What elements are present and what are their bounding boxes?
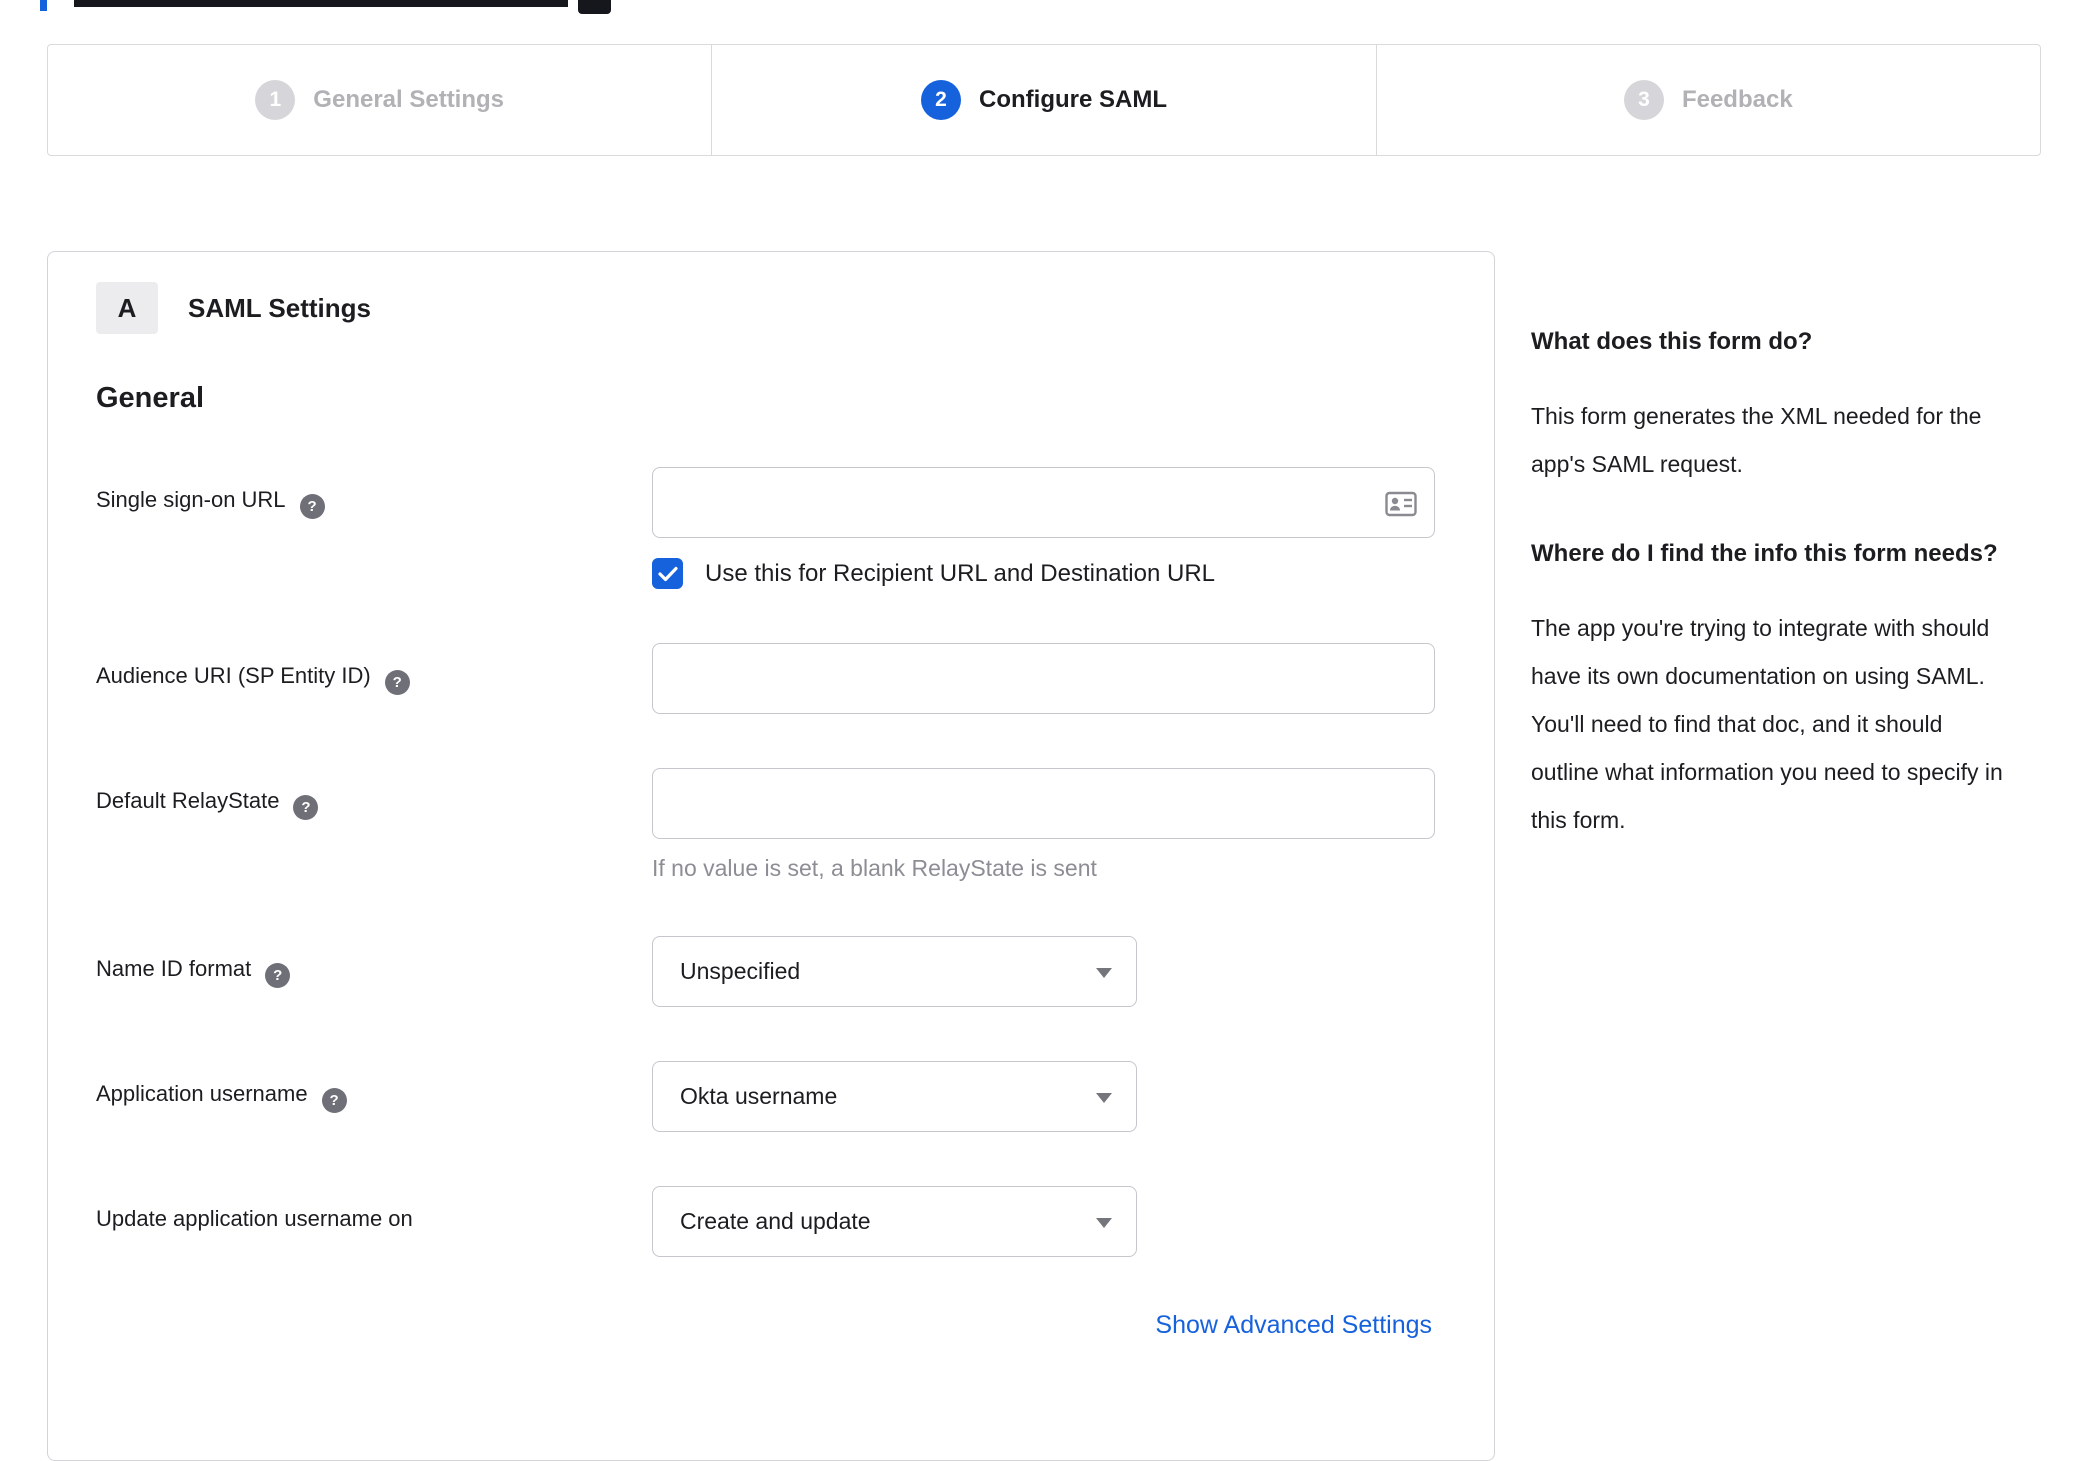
default-relaystate-hint: If no value is set, a blank RelayState i… <box>652 855 1097 881</box>
cropped-page-title-text <box>74 0 568 7</box>
audience-uri-row: Audience URI (SP Entity ID)? <box>96 643 1446 714</box>
help-section-1-heading: What does this form do? <box>1531 328 1813 355</box>
sso-url-control: Use this for Recipient URL and Destinati… <box>652 467 1446 589</box>
audience-uri-label-wrap: Audience URI (SP Entity ID)? <box>96 643 652 714</box>
name-id-format-select[interactable]: Unspecified <box>652 936 1137 1007</box>
show-advanced-settings-link[interactable]: Show Advanced Settings <box>1155 1311 1432 1339</box>
sso-url-input[interactable] <box>652 467 1435 538</box>
general-heading: General <box>96 382 204 414</box>
name-id-format-label: Name ID format <box>96 956 252 981</box>
section-title: SAML Settings <box>188 292 371 323</box>
name-id-format-value: Unspecified <box>680 958 801 984</box>
help-icon[interactable]: ? <box>293 795 319 820</box>
chevron-down-icon <box>1096 968 1112 978</box>
update-app-username-label: Update application username on <box>96 1206 413 1231</box>
default-relaystate-label: Default RelayState <box>96 788 280 813</box>
step-3-label: Feedback <box>1681 86 1793 113</box>
saml-settings-panel: A SAML Settings General Single sign-on U… <box>47 251 1495 1461</box>
advanced-settings-row: Show Advanced Settings <box>96 1311 1446 1340</box>
audience-uri-control <box>652 643 1446 714</box>
help-icon[interactable]: ? <box>384 670 410 695</box>
help-section-1-body: This form generates the XML needed for t… <box>1531 403 1982 477</box>
sso-recipient-checkbox[interactable] <box>652 558 683 589</box>
section-header: A SAML Settings <box>96 282 1446 334</box>
sso-recipient-checkbox-label: Use this for Recipient URL and Destinati… <box>705 559 1216 587</box>
sso-recipient-checkbox-row: Use this for Recipient URL and Destinati… <box>652 558 1446 589</box>
wizard-stepper: 1 General Settings 2 Configure SAML 3 Fe… <box>47 44 2041 156</box>
audience-uri-input[interactable] <box>652 643 1435 714</box>
step-3-number-badge: 3 <box>1623 80 1664 120</box>
help-sidebar: What does this form do? This form genera… <box>1531 318 2016 886</box>
update-app-username-control: Create and update <box>652 1186 1446 1257</box>
sso-url-label: Single sign-on URL <box>96 487 286 512</box>
application-username-value: Okta username <box>680 1083 838 1109</box>
default-relaystate-control: If no value is set, a blank RelayState i… <box>652 768 1446 882</box>
help-section-2-heading: Where do I find the info this form needs… <box>1531 540 1998 567</box>
help-icon[interactable]: ? <box>321 1088 347 1113</box>
update-app-username-row: Update application username on Create an… <box>96 1186 1446 1257</box>
help-icon[interactable]: ? <box>299 494 325 519</box>
application-username-control: Okta username <box>652 1061 1446 1132</box>
update-app-username-label-wrap: Update application username on <box>96 1186 652 1257</box>
application-username-select[interactable]: Okta username <box>652 1061 1137 1132</box>
step-2-number-badge: 2 <box>921 80 961 120</box>
application-username-row: Application username? Okta username <box>96 1061 1446 1132</box>
step-feedback[interactable]: 3 Feedback <box>1375 45 2040 155</box>
audience-uri-label: Audience URI (SP Entity ID) <box>96 663 371 688</box>
name-id-format-row: Name ID format? Unspecified <box>96 936 1446 1007</box>
application-username-label-wrap: Application username? <box>96 1061 652 1132</box>
step-1-number-badge: 1 <box>255 80 296 120</box>
cropped-page-title-accent <box>40 0 47 11</box>
default-relaystate-input[interactable] <box>652 768 1435 839</box>
help-icon[interactable]: ? <box>265 963 291 988</box>
application-username-label: Application username <box>96 1081 308 1106</box>
default-relaystate-row: Default RelayState? If no value is set, … <box>96 768 1446 882</box>
name-id-format-label-wrap: Name ID format? <box>96 936 652 1007</box>
step-2-label: Configure SAML <box>979 86 1167 113</box>
help-section-2-body: The app you're trying to integrate with … <box>1531 615 2003 833</box>
sso-url-label-wrap: Single sign-on URL? <box>96 467 652 589</box>
update-app-username-select[interactable]: Create and update <box>652 1186 1137 1257</box>
step-configure-saml[interactable]: 2 Configure SAML <box>711 45 1375 155</box>
chevron-down-icon <box>1096 1093 1112 1103</box>
step-general-settings[interactable]: 1 General Settings <box>48 45 711 155</box>
default-relaystate-label-wrap: Default RelayState? <box>96 768 652 882</box>
sso-url-row: Single sign-on URL? Use this for Recipie… <box>96 467 1446 589</box>
update-app-username-value: Create and update <box>680 1208 871 1234</box>
sso-url-input-wrap <box>652 467 1435 538</box>
section-a-badge: A <box>96 282 158 334</box>
contact-card-icon[interactable] <box>1385 491 1417 522</box>
step-1-label: General Settings <box>313 86 505 113</box>
cropped-page-title-icon <box>578 0 611 14</box>
chevron-down-icon <box>1096 1218 1112 1228</box>
name-id-format-control: Unspecified <box>652 936 1446 1007</box>
